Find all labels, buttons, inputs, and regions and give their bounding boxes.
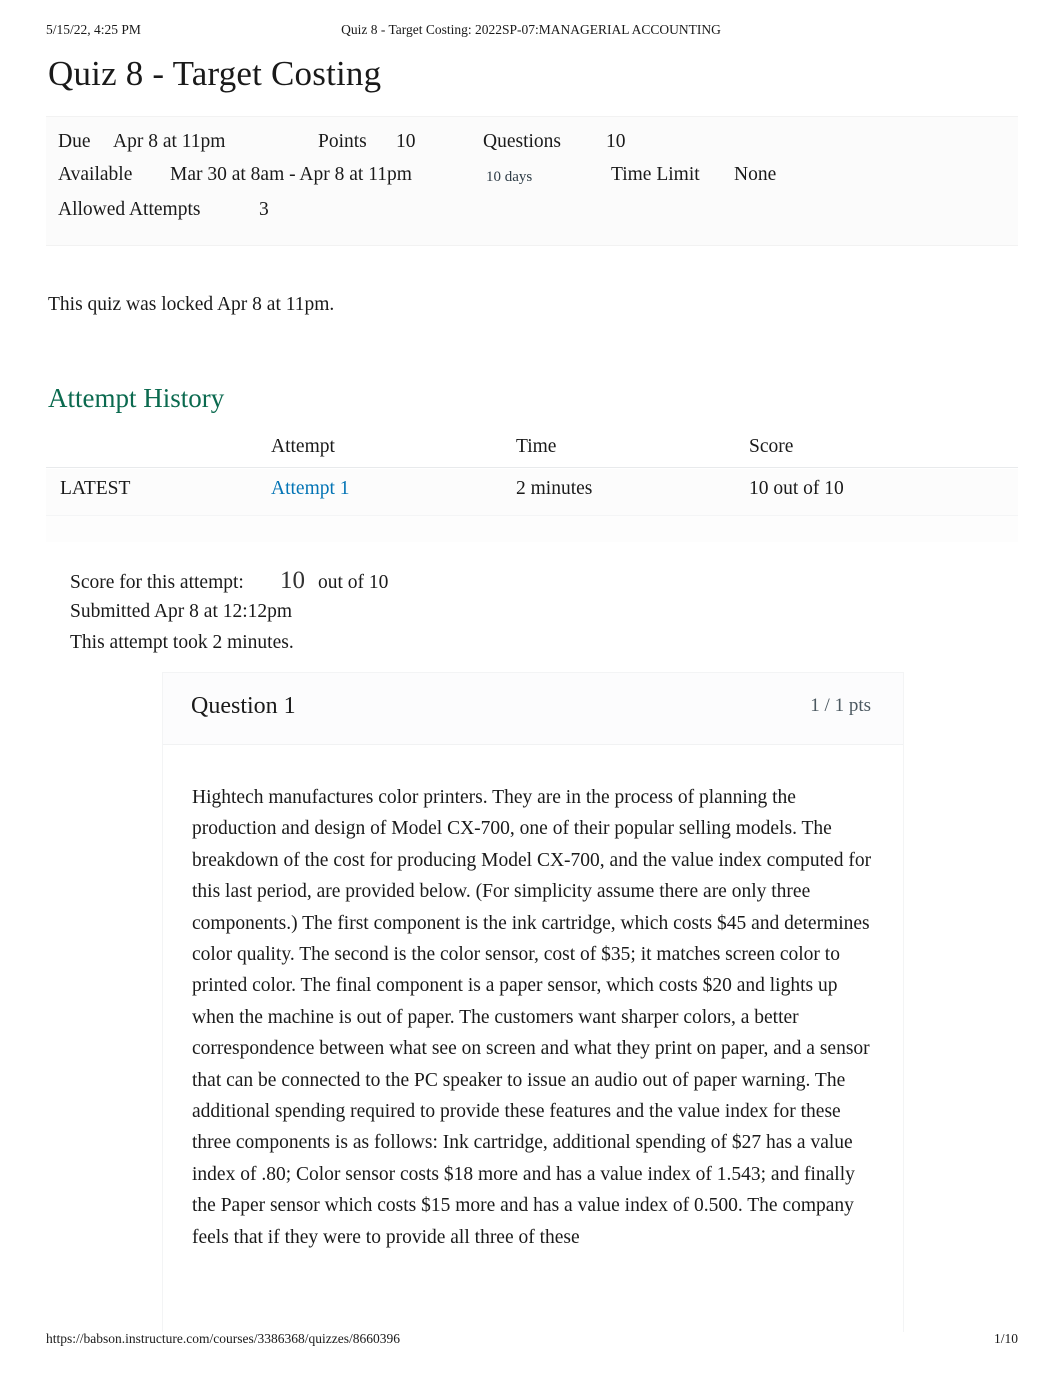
available-label: Available [58,164,133,185]
due-label: Due [58,131,91,152]
duration-line: This attempt took 2 minutes. [70,632,770,663]
table-footer [46,515,1018,542]
time-limit-value: None [734,164,777,185]
question-name: Question 1 [191,693,296,719]
score-label: Score for this attempt: [70,572,244,593]
footer-url: https://babson.instructure.com/courses/3… [46,1331,400,1346]
latest-marker: LATEST [60,478,131,499]
column-header-time: Time [516,436,557,457]
quiz-locked-notice: This quiz was locked Apr 8 at 11pm. [48,294,335,315]
page-title: Quiz 8 - Target Costing [48,54,382,93]
score-line: Score for this attempt: 10 out of 10 [70,567,770,601]
table-row: LATEST Attempt 1 2 minutes 10 out of 10 [46,469,1018,515]
print-header-title: Quiz 8 - Target Costing: 2022SP-07:MANAG… [341,22,721,37]
column-header-score: Score [749,436,794,457]
quiz-results-page: 5/15/22, 4:25 PM Quiz 8 - Target Costing… [0,0,1062,1377]
attempt-time: 2 minutes [516,478,593,499]
column-header-attempt: Attempt [271,436,335,457]
quiz-details-row-3: Allowed Attempts 3 [46,199,1018,233]
question-points: 1 / 1 pts [810,695,871,716]
attempt-history-heading: Attempt History [48,383,225,413]
quiz-details-row-2: Available Mar 30 at 8am - Apr 8 at 11pm … [46,164,1018,198]
question-header: Question 1 1 / 1 pts [163,673,903,745]
points-label: Points [318,131,367,152]
question-container: Question 1 1 / 1 pts Hightech manufactur… [162,672,904,1332]
questions-value: 10 [606,131,626,152]
print-footer: https://babson.instructure.com/courses/3… [0,1331,1062,1349]
submitted-timestamp: Submitted Apr 8 at 12:12pm [70,601,293,622]
table-header-row: Attempt Time Score [46,432,1018,468]
allowed-attempts-label: Allowed Attempts [58,199,201,220]
submitted-line: Submitted Apr 8 at 12:12pm [70,601,770,632]
attempt-duration: This attempt took 2 minutes. [70,632,294,653]
due-value: Apr 8 at 11pm [113,131,226,152]
question-text: Hightech manufactures color printers. Th… [192,787,872,1248]
print-header: 5/15/22, 4:25 PM Quiz 8 - Target Costing… [0,22,1062,42]
attempt-history-table: Attempt Time Score LATEST Attempt 1 2 mi… [46,432,1018,542]
footer-page-number: 1/10 [993,1331,1018,1346]
score-value: 10 [280,567,305,594]
available-value: Mar 30 at 8am - Apr 8 at 11pm [170,164,412,185]
attempt-score: 10 out of 10 [749,478,844,499]
attempt-link[interactable]: Attempt 1 [271,478,350,500]
questions-label: Questions [483,131,561,152]
time-limit-label: Time Limit [611,164,700,185]
quiz-details-row-1: Due Apr 8 at 11pm Points 10 Questions 10 [46,131,1018,165]
score-out-of: out of 10 [318,572,389,593]
available-duration: 10 days [486,169,533,185]
question-body: Hightech manufactures color printers. Th… [163,746,903,1253]
attempt-summary: Score for this attempt: 10 out of 10 Sub… [70,567,770,663]
allowed-attempts-value: 3 [259,199,269,220]
quiz-details-box: Due Apr 8 at 11pm Points 10 Questions 10… [46,116,1018,246]
points-value: 10 [396,131,416,152]
